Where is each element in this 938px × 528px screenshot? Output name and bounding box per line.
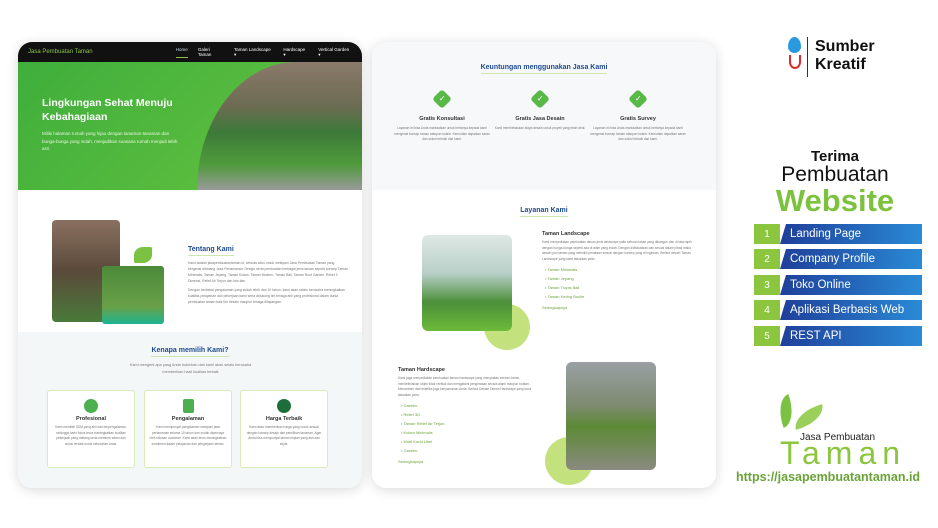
nav-vertical[interactable]: Vertical Garden ▾ bbox=[318, 47, 352, 58]
list-item[interactable]: Gazebo bbox=[401, 446, 538, 455]
right-website-mockup: Keuntungan menggunakan Jasa Kami ✓ Grati… bbox=[372, 42, 716, 488]
benefit-text: Kami membebaskan biaya desain untuk proy… bbox=[494, 126, 586, 130]
alarm-clock-icon bbox=[84, 399, 98, 413]
service-label: Toko Online bbox=[780, 275, 922, 295]
list-item[interactable]: Taman Relief Air Terjun bbox=[401, 419, 538, 428]
list-item[interactable]: Motif Koral Ubel bbox=[401, 437, 538, 446]
hardscape-title: Taman Hardscape bbox=[398, 367, 445, 373]
service-label: REST API bbox=[780, 326, 922, 346]
service-number: 1 bbox=[754, 224, 780, 244]
card-harga: Harga Terbaik Kami akan memberikan harga… bbox=[240, 390, 328, 468]
check-icon: ✓ bbox=[432, 89, 452, 109]
list-item[interactable]: Taman Jepang bbox=[545, 274, 692, 283]
benefit-text: Layanan ini bisa Anda manfaatkan untuk b… bbox=[394, 126, 490, 141]
why-subtitle: Kami mengerti apa yang Anda butuhkan dan… bbox=[129, 363, 252, 374]
benefit-title: Gratis Konsultasi bbox=[419, 116, 465, 122]
hero-garden-image bbox=[197, 62, 362, 190]
service-landing-page: 1 Landing Page bbox=[754, 224, 922, 244]
card-text: Kami mempunyai pengalaman melayani jasa … bbox=[149, 425, 227, 446]
card-text: Kami akan memberikan harga yang cocok se… bbox=[246, 425, 322, 446]
service-number: 5 bbox=[754, 326, 780, 346]
nav-hardscape[interactable]: Hardscape ▾ bbox=[283, 47, 308, 58]
card-title: Harga Terbaik bbox=[265, 416, 303, 422]
benefit-survey: ✓ Gratis Survey Layanan ini bisa Anda ma… bbox=[590, 89, 686, 143]
list-item[interactable]: Gazebo bbox=[401, 401, 538, 410]
service-label: Company Profile bbox=[780, 249, 922, 269]
list-item[interactable]: Taman Tropis Bali bbox=[545, 283, 692, 292]
nav-bar: Jasa Pembuatan Taman Home Galeri Taman T… bbox=[18, 42, 362, 62]
nav-landscape[interactable]: Taman Landscape ▾ bbox=[234, 47, 273, 58]
benefit-title: Gratis Jasa Desain bbox=[515, 116, 565, 122]
benefit-desain: ✓ Gratis Jasa Desain Kami membebaskan bi… bbox=[492, 89, 588, 132]
about-image-vertical-garden bbox=[102, 266, 164, 324]
list-item[interactable]: Taman Minimalis bbox=[545, 265, 692, 274]
check-icon: ✓ bbox=[530, 89, 550, 109]
check-icon: ✓ bbox=[628, 89, 648, 109]
benefit-konsultasi: ✓ Gratis Konsultasi Layanan ini bisa And… bbox=[394, 89, 490, 143]
service-label: Landing Page bbox=[780, 224, 922, 244]
benefit-text: Layanan ini bisa Anda manfaatkan untuk b… bbox=[590, 126, 686, 141]
hero-text: Miliki halaman rumah yang hijau dengan t… bbox=[42, 131, 178, 151]
landscape-title: Taman Landscape bbox=[542, 231, 590, 237]
checklist-icon bbox=[182, 399, 194, 413]
leaf-icon bbox=[791, 404, 827, 430]
hardscape-more-link[interactable]: Selengkapnya bbox=[398, 459, 538, 464]
benefit-title: Gratis Survey bbox=[620, 116, 656, 122]
landscape-image bbox=[422, 235, 512, 331]
sumber-kreatif-logo-icon bbox=[788, 37, 802, 77]
nav-home[interactable]: Home bbox=[175, 47, 188, 58]
benefits-title: Keuntungan menggunakan Jasa Kami bbox=[480, 64, 608, 74]
service-company-profile: 2 Company Profile bbox=[754, 249, 922, 269]
landscape-more-link[interactable]: Selengkapnya bbox=[542, 305, 692, 310]
taman-logo-big: Taman bbox=[780, 435, 907, 471]
site-logo[interactable]: Jasa Pembuatan Taman bbox=[28, 49, 176, 55]
hardscape-text: Kami juga menyediakan pembuatan taman ha… bbox=[398, 376, 532, 397]
about-title: Tentang Kami bbox=[188, 246, 234, 256]
service-number: 3 bbox=[754, 275, 780, 295]
services-title: Layanan Kami bbox=[520, 207, 568, 217]
badge-ribbon-icon bbox=[277, 399, 291, 413]
landscape-text: Kami menyediakan pembuatan taman jenis l… bbox=[542, 240, 692, 261]
service-toko-online: 3 Toko Online bbox=[754, 275, 922, 295]
hardscape-image bbox=[566, 362, 656, 470]
brand-name: Sumber Kreatif bbox=[815, 38, 875, 74]
brand-line1: Sumber bbox=[815, 38, 875, 55]
promo-line3: Website bbox=[775, 183, 895, 218]
website-url[interactable]: https://jasapembuatantaman.id bbox=[736, 470, 920, 484]
about-p2: Dengan berbekal pengalaman yang sudah le… bbox=[188, 288, 346, 304]
service-web-app: 4 Aplikasi Berbasis Web bbox=[754, 300, 922, 320]
about-p1: Kami adalah jasapembuatantaman.id, sebua… bbox=[188, 261, 348, 283]
card-text: Kami memiliki SDM yang ahli dan berpenga… bbox=[55, 425, 127, 446]
nav-galeri[interactable]: Galeri Taman bbox=[198, 47, 224, 58]
hero-title: Lingkungan Sehat Menuju Kebahagiaan bbox=[42, 97, 173, 123]
service-rest-api: 5 REST API bbox=[754, 326, 922, 346]
brand-line2: Kreatif bbox=[815, 56, 866, 73]
card-pengalaman: Pengalaman Kami mempunyai pengalaman mel… bbox=[144, 390, 232, 468]
hero: Lingkungan Sehat Menuju Kebahagiaan Mili… bbox=[18, 62, 362, 190]
left-website-mockup: Jasa Pembuatan Taman Home Galeri Taman T… bbox=[18, 42, 362, 488]
card-title: Profesional bbox=[76, 416, 106, 422]
list-item[interactable]: Taman Kering Boulle bbox=[545, 292, 692, 301]
leaf-icon bbox=[134, 247, 152, 263]
card-profesional: Profesional Kami memiliki SDM yang ahli … bbox=[47, 390, 135, 468]
service-number: 4 bbox=[754, 300, 780, 320]
why-title: Kenapa memilih Kami? bbox=[151, 347, 229, 357]
service-label: Aplikasi Berbasis Web bbox=[780, 300, 922, 320]
list-item[interactable]: Kolam Minimalis bbox=[401, 428, 538, 437]
card-title: Pengalaman bbox=[171, 416, 205, 422]
list-item[interactable]: Relief 3D bbox=[401, 410, 538, 419]
service-number: 2 bbox=[754, 249, 780, 269]
